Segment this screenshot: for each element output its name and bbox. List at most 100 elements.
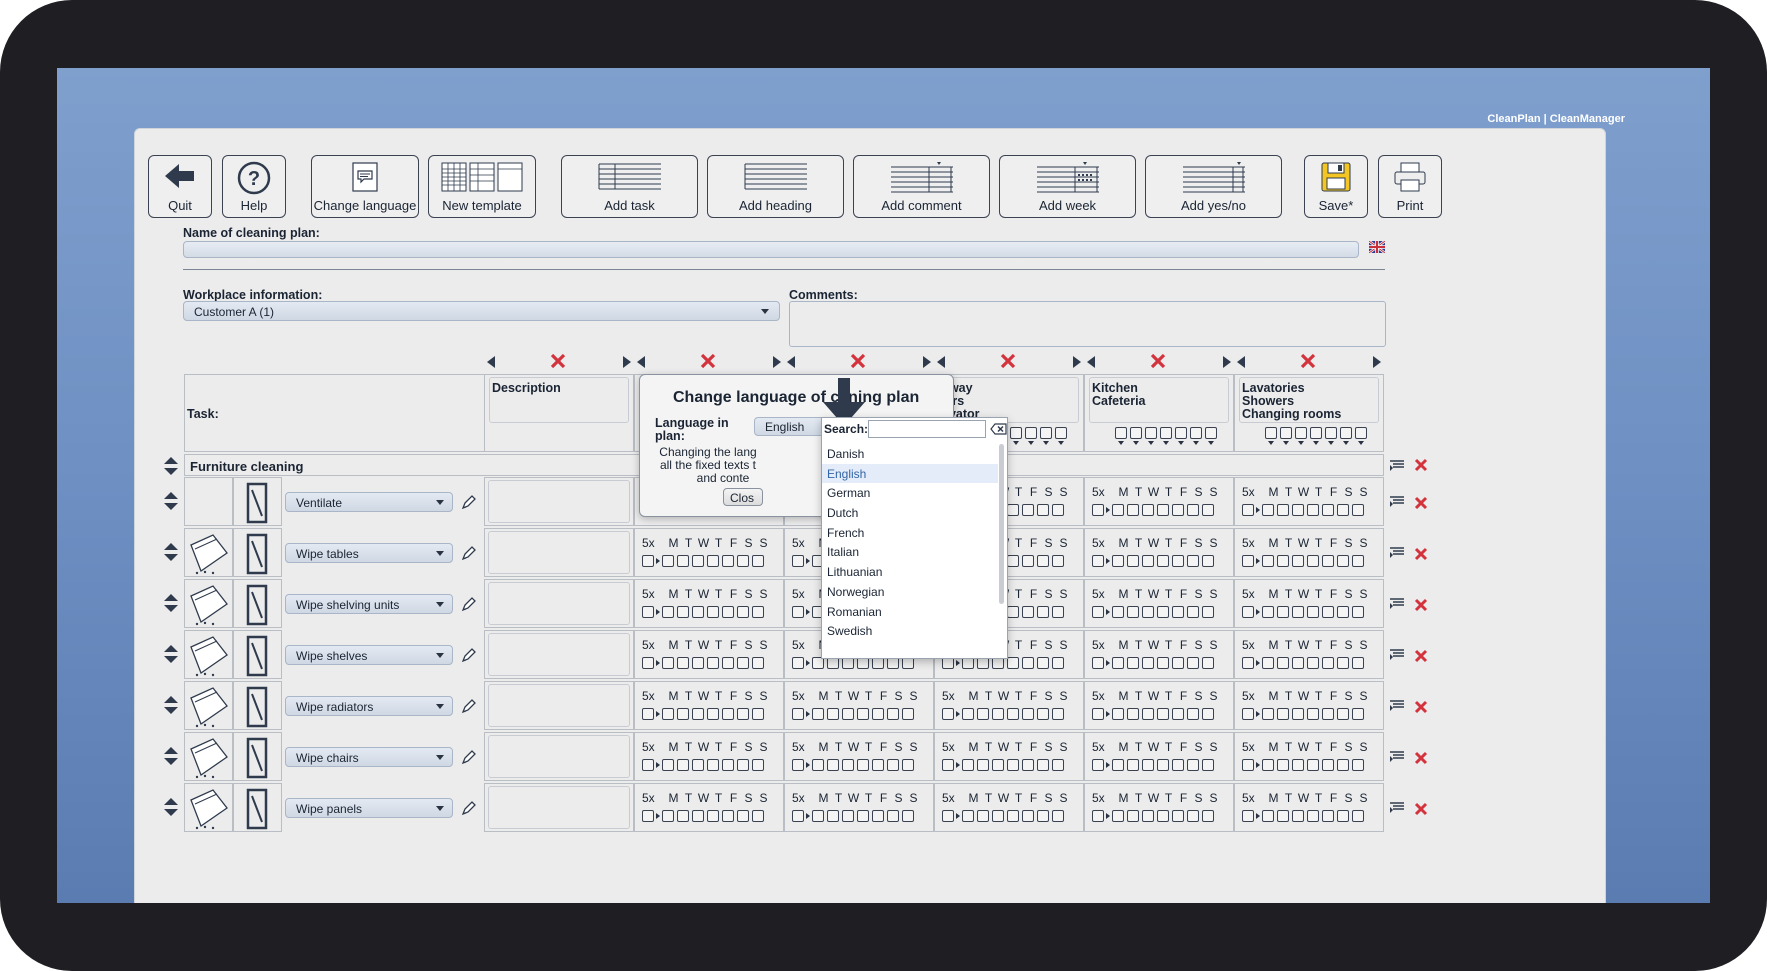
day-checkbox[interactable] [1262, 504, 1274, 516]
day-checkbox[interactable] [1262, 606, 1274, 618]
day-header-checkbox[interactable] [1040, 427, 1052, 439]
day-checkbox[interactable] [1337, 810, 1349, 822]
day-checkbox[interactable] [1142, 708, 1154, 720]
caret-down-icon[interactable] [1178, 441, 1184, 445]
day-checkbox[interactable] [737, 606, 749, 618]
expand-arrow-icon[interactable] [956, 813, 960, 819]
day-checkbox[interactable] [1172, 759, 1184, 771]
day-checkbox[interactable] [642, 810, 654, 822]
day-checkbox[interactable] [677, 708, 689, 720]
day-checkbox[interactable] [1322, 657, 1334, 669]
move-left-icon[interactable] [636, 355, 646, 369]
day-checkbox[interactable] [887, 708, 899, 720]
move-up-down-icon[interactable] [163, 695, 179, 720]
day-checkbox[interactable] [707, 657, 719, 669]
edit-pencil-icon[interactable] [461, 596, 477, 617]
day-checkbox[interactable] [1037, 606, 1049, 618]
language-option[interactable]: Danish [822, 444, 998, 464]
insert-row-icon[interactable] [1389, 545, 1407, 564]
day-checkbox[interactable] [1007, 708, 1019, 720]
workplace-select[interactable]: Customer A (1) [183, 301, 780, 321]
move-left-icon[interactable] [786, 355, 796, 369]
description-input[interactable] [488, 633, 630, 676]
day-checkbox[interactable] [692, 708, 704, 720]
expand-arrow-icon[interactable] [656, 711, 660, 717]
day-checkbox[interactable] [1202, 810, 1214, 822]
day-checkbox[interactable] [1242, 657, 1254, 669]
day-checkbox[interactable] [1112, 606, 1124, 618]
expand-arrow-icon[interactable] [956, 711, 960, 717]
day-checkbox[interactable] [812, 759, 824, 771]
day-checkbox[interactable] [1052, 810, 1064, 822]
edit-pencil-icon[interactable] [461, 749, 477, 770]
delete-row-icon[interactable] [1414, 547, 1428, 566]
day-checkbox[interactable] [1172, 657, 1184, 669]
day-checkbox[interactable] [662, 810, 674, 822]
day-checkbox[interactable] [1202, 504, 1214, 516]
clear-search-icon[interactable] [990, 423, 1007, 435]
day-checkbox[interactable] [1337, 708, 1349, 720]
day-header-checkbox[interactable] [1355, 427, 1367, 439]
move-up-down-icon[interactable] [163, 456, 179, 476]
day-checkbox[interactable] [662, 657, 674, 669]
expand-arrow-icon[interactable] [806, 660, 810, 666]
day-checkbox[interactable] [1022, 504, 1034, 516]
day-checkbox[interactable] [1092, 555, 1104, 567]
add-yesno-button[interactable]: Add yes/no [1145, 155, 1282, 218]
day-checkbox[interactable] [1352, 657, 1364, 669]
day-checkbox[interactable] [842, 759, 854, 771]
day-checkbox[interactable] [1277, 606, 1289, 618]
insert-row-icon[interactable] [1389, 458, 1407, 472]
day-checkbox[interactable] [812, 810, 824, 822]
move-left-icon[interactable] [1086, 355, 1096, 369]
day-checkbox[interactable] [1202, 606, 1214, 618]
day-checkbox[interactable] [737, 657, 749, 669]
expand-arrow-icon[interactable] [1256, 711, 1260, 717]
day-checkbox[interactable] [1037, 810, 1049, 822]
day-checkbox[interactable] [1157, 759, 1169, 771]
day-checkbox[interactable] [722, 606, 734, 618]
day-checkbox[interactable] [1022, 810, 1034, 822]
day-checkbox[interactable] [1352, 606, 1364, 618]
caret-down-icon[interactable] [1343, 441, 1349, 445]
expand-arrow-icon[interactable] [656, 558, 660, 564]
day-checkbox[interactable] [1157, 504, 1169, 516]
delete-row-icon[interactable] [1414, 598, 1428, 617]
caret-down-icon[interactable] [1193, 441, 1199, 445]
caret-down-icon[interactable] [1058, 441, 1064, 445]
caret-down-icon[interactable] [1358, 441, 1364, 445]
language-option[interactable]: English [822, 463, 998, 484]
day-checkbox[interactable] [1352, 504, 1364, 516]
day-checkbox[interactable] [1187, 657, 1199, 669]
day-checkbox[interactable] [677, 759, 689, 771]
day-checkbox[interactable] [1242, 504, 1254, 516]
day-checkbox[interactable] [1092, 606, 1104, 618]
day-checkbox[interactable] [872, 810, 884, 822]
day-checkbox[interactable] [1242, 606, 1254, 618]
expand-arrow-icon[interactable] [806, 609, 810, 615]
day-checkbox[interactable] [942, 759, 954, 771]
day-checkbox[interactable] [1052, 555, 1064, 567]
expand-arrow-icon[interactable] [806, 711, 810, 717]
day-checkbox[interactable] [962, 759, 974, 771]
save-button[interactable]: Save* [1304, 155, 1368, 218]
language-option[interactable]: Norwegian [822, 582, 998, 602]
day-checkbox[interactable] [1112, 657, 1124, 669]
day-checkbox[interactable] [1337, 759, 1349, 771]
insert-row-icon[interactable] [1389, 800, 1407, 819]
day-checkbox[interactable] [1277, 657, 1289, 669]
add-task-button[interactable]: Add task [561, 155, 698, 218]
day-checkbox[interactable] [1322, 504, 1334, 516]
delete-row-icon[interactable] [1414, 751, 1428, 770]
caret-down-icon[interactable] [1013, 441, 1019, 445]
day-checkbox[interactable] [1277, 708, 1289, 720]
day-checkbox[interactable] [1352, 555, 1364, 567]
day-checkbox[interactable] [692, 810, 704, 822]
move-left-icon[interactable] [1236, 355, 1246, 369]
day-checkbox[interactable] [1127, 504, 1139, 516]
change-language-button[interactable]: Change language [311, 155, 419, 218]
caret-down-icon[interactable] [1043, 441, 1049, 445]
day-checkbox[interactable] [827, 708, 839, 720]
move-right-icon[interactable] [622, 355, 632, 369]
day-checkbox[interactable] [1262, 555, 1274, 567]
